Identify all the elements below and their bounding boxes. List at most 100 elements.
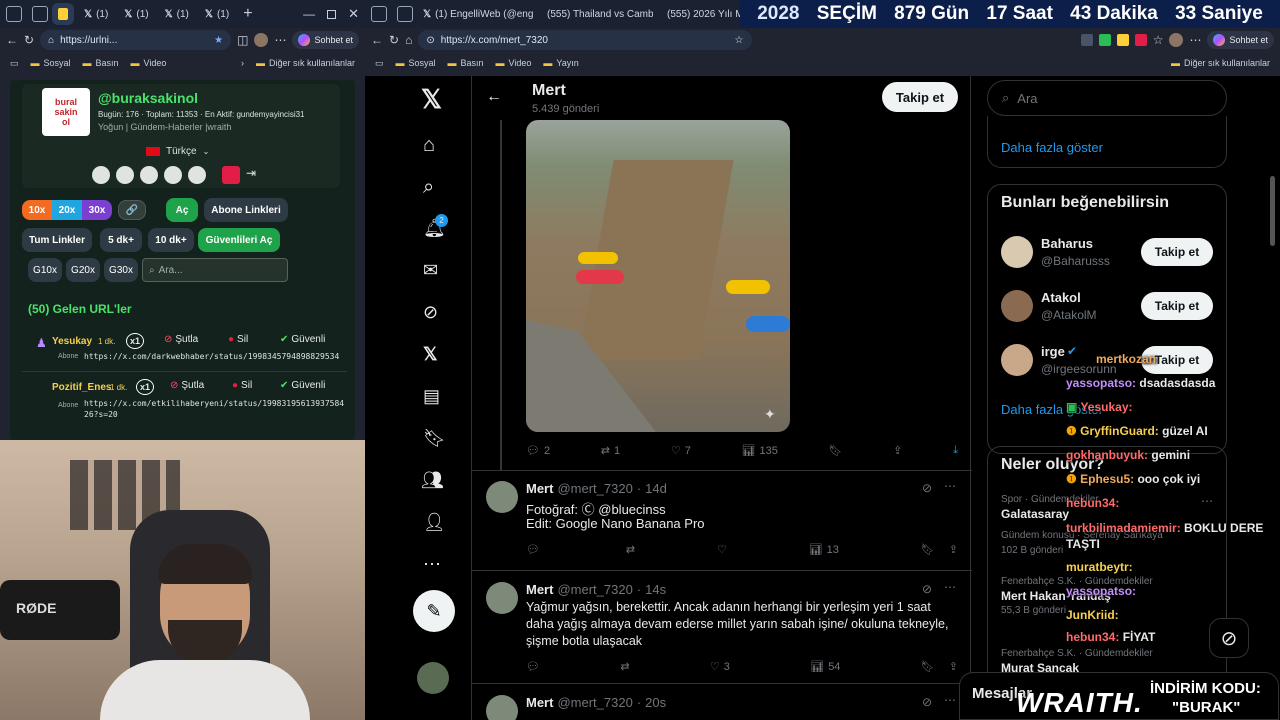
favorite-icon[interactable]: ☆ (735, 35, 744, 46)
bookmark-basin[interactable]: ▬ Basın (448, 58, 484, 68)
tab-engelliweb[interactable]: 𝕏 (1) EngelliWeb (@enge (417, 3, 533, 25)
reload-icon[interactable]: ↻ (389, 33, 399, 47)
show-more-link[interactable]: Daha fazla göster (1001, 140, 1103, 155)
suggestion-avatar[interactable] (1001, 344, 1033, 376)
suggestion-avatar[interactable] (1001, 236, 1033, 268)
favorites-icon[interactable]: ☆ (1153, 33, 1164, 47)
tab-x-2[interactable]: 𝕏 (1) (118, 3, 154, 25)
reply-button[interactable]: 💬︎ (526, 660, 540, 673)
tweet-time[interactable]: 20s (645, 695, 666, 710)
bookmark-button[interactable]: 🔖︎ (829, 444, 843, 457)
link-options-button[interactable]: 🔗 (118, 200, 146, 220)
suggestion-avatar[interactable] (1001, 290, 1033, 322)
more-icon[interactable]: ⋯ (1189, 33, 1201, 47)
trusted-button[interactable]: ✔ Güvenli (280, 380, 325, 391)
home-icon[interactable]: ⌂ (405, 33, 412, 47)
tweet-author[interactable]: Mert (526, 582, 553, 597)
language-select[interactable]: Türkçe ⌄ (146, 146, 209, 157)
speed-10x-button[interactable]: 10x (22, 200, 52, 220)
bookmark-video[interactable]: ▬ Video (131, 58, 167, 68)
share-icon[interactable]: ⇪ (949, 543, 958, 556)
bookmark-basin[interactable]: ▬ Basın (83, 58, 119, 68)
new-tab-icon[interactable]: + (243, 5, 252, 23)
repost-button[interactable]: ⇄ (620, 660, 629, 673)
chevron-right-icon[interactable]: › (241, 58, 244, 68)
author-avatar[interactable] (486, 695, 518, 720)
post-compose-button[interactable]: ✎ (413, 590, 455, 632)
url-link[interactable]: https://x.com/etkilihaberyeni/status/199… (84, 398, 346, 420)
tweet[interactable]: Mert @mert_7320 · 14d ⊘ ⋯ Fotoğraf: Ⓒ @b… (472, 471, 972, 571)
more-icon[interactable]: ⋯ (274, 33, 286, 47)
suggestion-row[interactable]: Atakol @AtakolM Takip et (1001, 288, 1217, 328)
views-button[interactable]: 📊︎ 135 (742, 444, 778, 458)
back-icon[interactable]: ← (6, 33, 18, 47)
bookmarks-icon[interactable]: 🔖︎ (423, 428, 446, 449)
bookmark-button[interactable]: 🔖︎ ⇪ (921, 543, 958, 556)
tab-x-1[interactable]: 𝕏 (1) (78, 3, 114, 25)
tweet[interactable]: Mert @mert_7320 · 20s ⊘ ⋯ (472, 685, 972, 720)
mute-button[interactable]: ⊘ Şutla (170, 380, 204, 391)
extension-icon[interactable] (1098, 34, 1111, 46)
grok-icon[interactable]: ⊘ (423, 302, 438, 323)
explore-search-icon[interactable]: ⌕ (423, 176, 434, 199)
bookmark-other[interactable]: ▬ Diğer sık kullanılanlar (1171, 58, 1270, 68)
tweet-more-icon[interactable]: ⋯ (944, 580, 956, 594)
instagram-icon[interactable] (140, 166, 158, 184)
messages-icon[interactable]: ✉ (423, 260, 438, 281)
open-trusted-button[interactable]: Güvenlileri Aç (198, 228, 280, 252)
lists-icon[interactable]: ▤ (423, 386, 440, 407)
share-button[interactable]: ⇪ (893, 444, 902, 457)
suggestion-follow-button[interactable]: Takip et (1141, 238, 1213, 266)
tweet-time[interactable]: 14d (645, 481, 667, 496)
red-square-icon[interactable] (222, 166, 240, 184)
x-logo-icon[interactable]: 𝕏 (421, 84, 442, 115)
views-button[interactable]: 📊︎ 54 (810, 660, 840, 674)
premium-x-icon[interactable]: 𝕏 (423, 344, 438, 365)
delete-button[interactable]: ● Sil (228, 334, 248, 345)
tweet[interactable]: Mert @mert_7320 · 14s ⊘ ⋯ Yağmur yağsın,… (472, 572, 972, 684)
reply-button[interactable]: 💬︎ (526, 543, 544, 556)
views-button[interactable]: 📊︎ 13 (809, 543, 839, 557)
back-icon[interactable]: ← (371, 33, 383, 47)
copilot-chat-button[interactable]: Sohbet et (1207, 31, 1275, 49)
bookmark-video[interactable]: ▬ Video (496, 58, 532, 68)
back-arrow-icon[interactable]: ← (486, 88, 502, 106)
tweet-more-icon[interactable]: ⋯ (944, 479, 956, 493)
profile-icon[interactable]: 👤︎ (423, 512, 446, 533)
tab-x-4[interactable]: 𝕏 (1) (199, 3, 235, 25)
page-scrollbar[interactable] (1270, 176, 1275, 246)
bookmark-button[interactable]: 🔖︎ ⇪ (921, 660, 958, 673)
like-button[interactable]: ♡ 7 (671, 444, 691, 458)
favorite-icon[interactable]: ★ (214, 35, 223, 46)
suggestion-name[interactable]: Atakol (1041, 290, 1081, 305)
web-icon[interactable] (92, 166, 110, 184)
logout-icon[interactable]: ⇥ (246, 166, 264, 184)
g20x-button[interactable]: G20x (66, 258, 100, 282)
profile-avatar[interactable] (1169, 33, 1184, 47)
grok-icon[interactable]: ⊘ (922, 481, 932, 495)
repost-button[interactable]: ⇄ (626, 543, 635, 556)
home-icon[interactable]: ⌂ (423, 134, 435, 157)
download-button[interactable]: ⤓ (953, 444, 958, 457)
workspaces-icon[interactable] (6, 6, 22, 22)
discord-icon[interactable] (188, 166, 206, 184)
tab-extension[interactable] (52, 3, 74, 25)
bookmark-toggle-icon[interactable]: ▭ (10, 58, 19, 69)
x-search-input[interactable]: ⌕ Ara (987, 80, 1227, 116)
tab-actions-icon[interactable] (32, 6, 48, 22)
open-button[interactable]: Aç (166, 198, 198, 222)
url-link[interactable]: https://x.com/darkwebhaber/status/199834… (84, 352, 339, 361)
speed-30x-button[interactable]: 30x (82, 200, 112, 220)
like-button[interactable]: ♡ 3 (710, 660, 730, 674)
g10x-button[interactable]: G10x (28, 258, 62, 282)
more-circle-icon[interactable]: ⋯ (423, 554, 441, 575)
split-icon[interactable]: ◫ (237, 33, 248, 47)
tab-youtube-1[interactable]: (555) Thailand vs Camb (537, 3, 653, 25)
suggestion-name[interactable]: Baharus (1041, 236, 1093, 251)
tab-actions-icon[interactable] (397, 6, 413, 22)
like-button[interactable]: ♡ (717, 543, 727, 556)
bookmark-other[interactable]: ▬ Diğer sık kullanılanlar (256, 58, 355, 68)
tweet-author[interactable]: Mert (526, 695, 553, 710)
tweet-more-icon[interactable]: ⋯ (944, 693, 956, 707)
youtube-icon[interactable] (164, 166, 182, 184)
